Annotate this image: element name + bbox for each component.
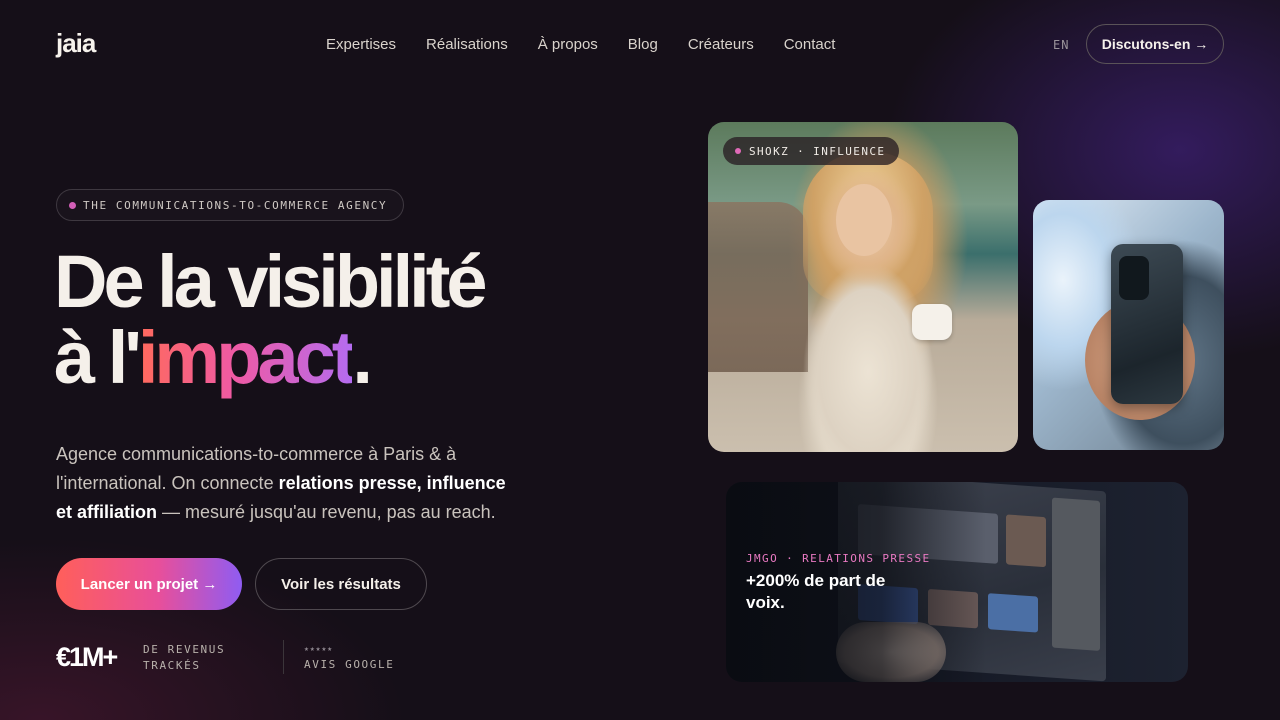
hero-subtitle: Agence communications-to-commerce à Pari…: [56, 440, 526, 527]
eyebrow-text: THE COMMUNICATIONS-TO-COMMERCE AGENCY: [83, 198, 388, 212]
nav-link-blog[interactable]: Blog: [628, 36, 658, 53]
status-dot-icon: [735, 148, 741, 154]
status-dot-icon: [69, 202, 76, 209]
headline-accent: impact: [137, 316, 357, 399]
hero-headline: De la visibilité à l'impact.: [54, 244, 488, 399]
case-study-card-shokz[interactable]: [708, 122, 1018, 452]
stats-divider: [283, 640, 284, 674]
star-rating: ★★★★★: [304, 644, 334, 653]
screen-side-panel: [1052, 497, 1100, 651]
language-switch[interactable]: EN: [1053, 38, 1069, 52]
lancer-projet-button[interactable]: Lancer un projet →: [56, 558, 242, 610]
card-tag-jmgo: JMGO · RELATIONS PRESSE: [746, 552, 931, 565]
main-nav: Expertises Réalisations À propos Blog Cr…: [326, 36, 835, 53]
nav-link-realisations[interactable]: Réalisations: [426, 36, 508, 53]
screen-tile: [988, 593, 1038, 633]
subtitle-part-2: — mesuré jusqu'au revenu, pas au reach.: [157, 502, 496, 522]
revenue-stat-label: DE REVENUS TRACKÉS: [143, 643, 226, 672]
nav-link-a-propos[interactable]: À propos: [538, 36, 598, 53]
google-reviews-label[interactable]: AVIS GOOGLE: [304, 658, 394, 671]
photo-phone-camera: [1119, 256, 1149, 300]
case-study-card-phone[interactable]: [1033, 200, 1224, 450]
nav-link-contact[interactable]: Contact: [784, 36, 836, 53]
screen-tile: [1006, 514, 1046, 568]
headline-line-2-suffix: .: [352, 316, 372, 399]
nav-link-createurs[interactable]: Créateurs: [688, 36, 754, 53]
eyebrow-pill: THE COMMUNICATIONS-TO-COMMERCE AGENCY: [56, 189, 405, 221]
voir-resultats-button[interactable]: Voir les résultats: [255, 558, 427, 610]
card-tag-shokz: SHOKZ · INFLUENCE: [723, 137, 900, 165]
revenue-stat-value: €1M+: [56, 642, 118, 672]
headline-line-1: De la visibilité: [54, 240, 488, 323]
discutons-button[interactable]: Discutons-en →: [1086, 24, 1224, 64]
headline-line-2-prefix: à l': [54, 316, 142, 399]
nav-link-expertises[interactable]: Expertises: [326, 36, 396, 53]
photo-earbuds-case: [912, 304, 952, 340]
card-result-title: +200% de part de voix.: [746, 571, 886, 612]
photo-face: [836, 184, 892, 256]
logo[interactable]: jaia: [56, 28, 96, 59]
card-tag-text: SHOKZ · INFLUENCE: [749, 144, 886, 158]
